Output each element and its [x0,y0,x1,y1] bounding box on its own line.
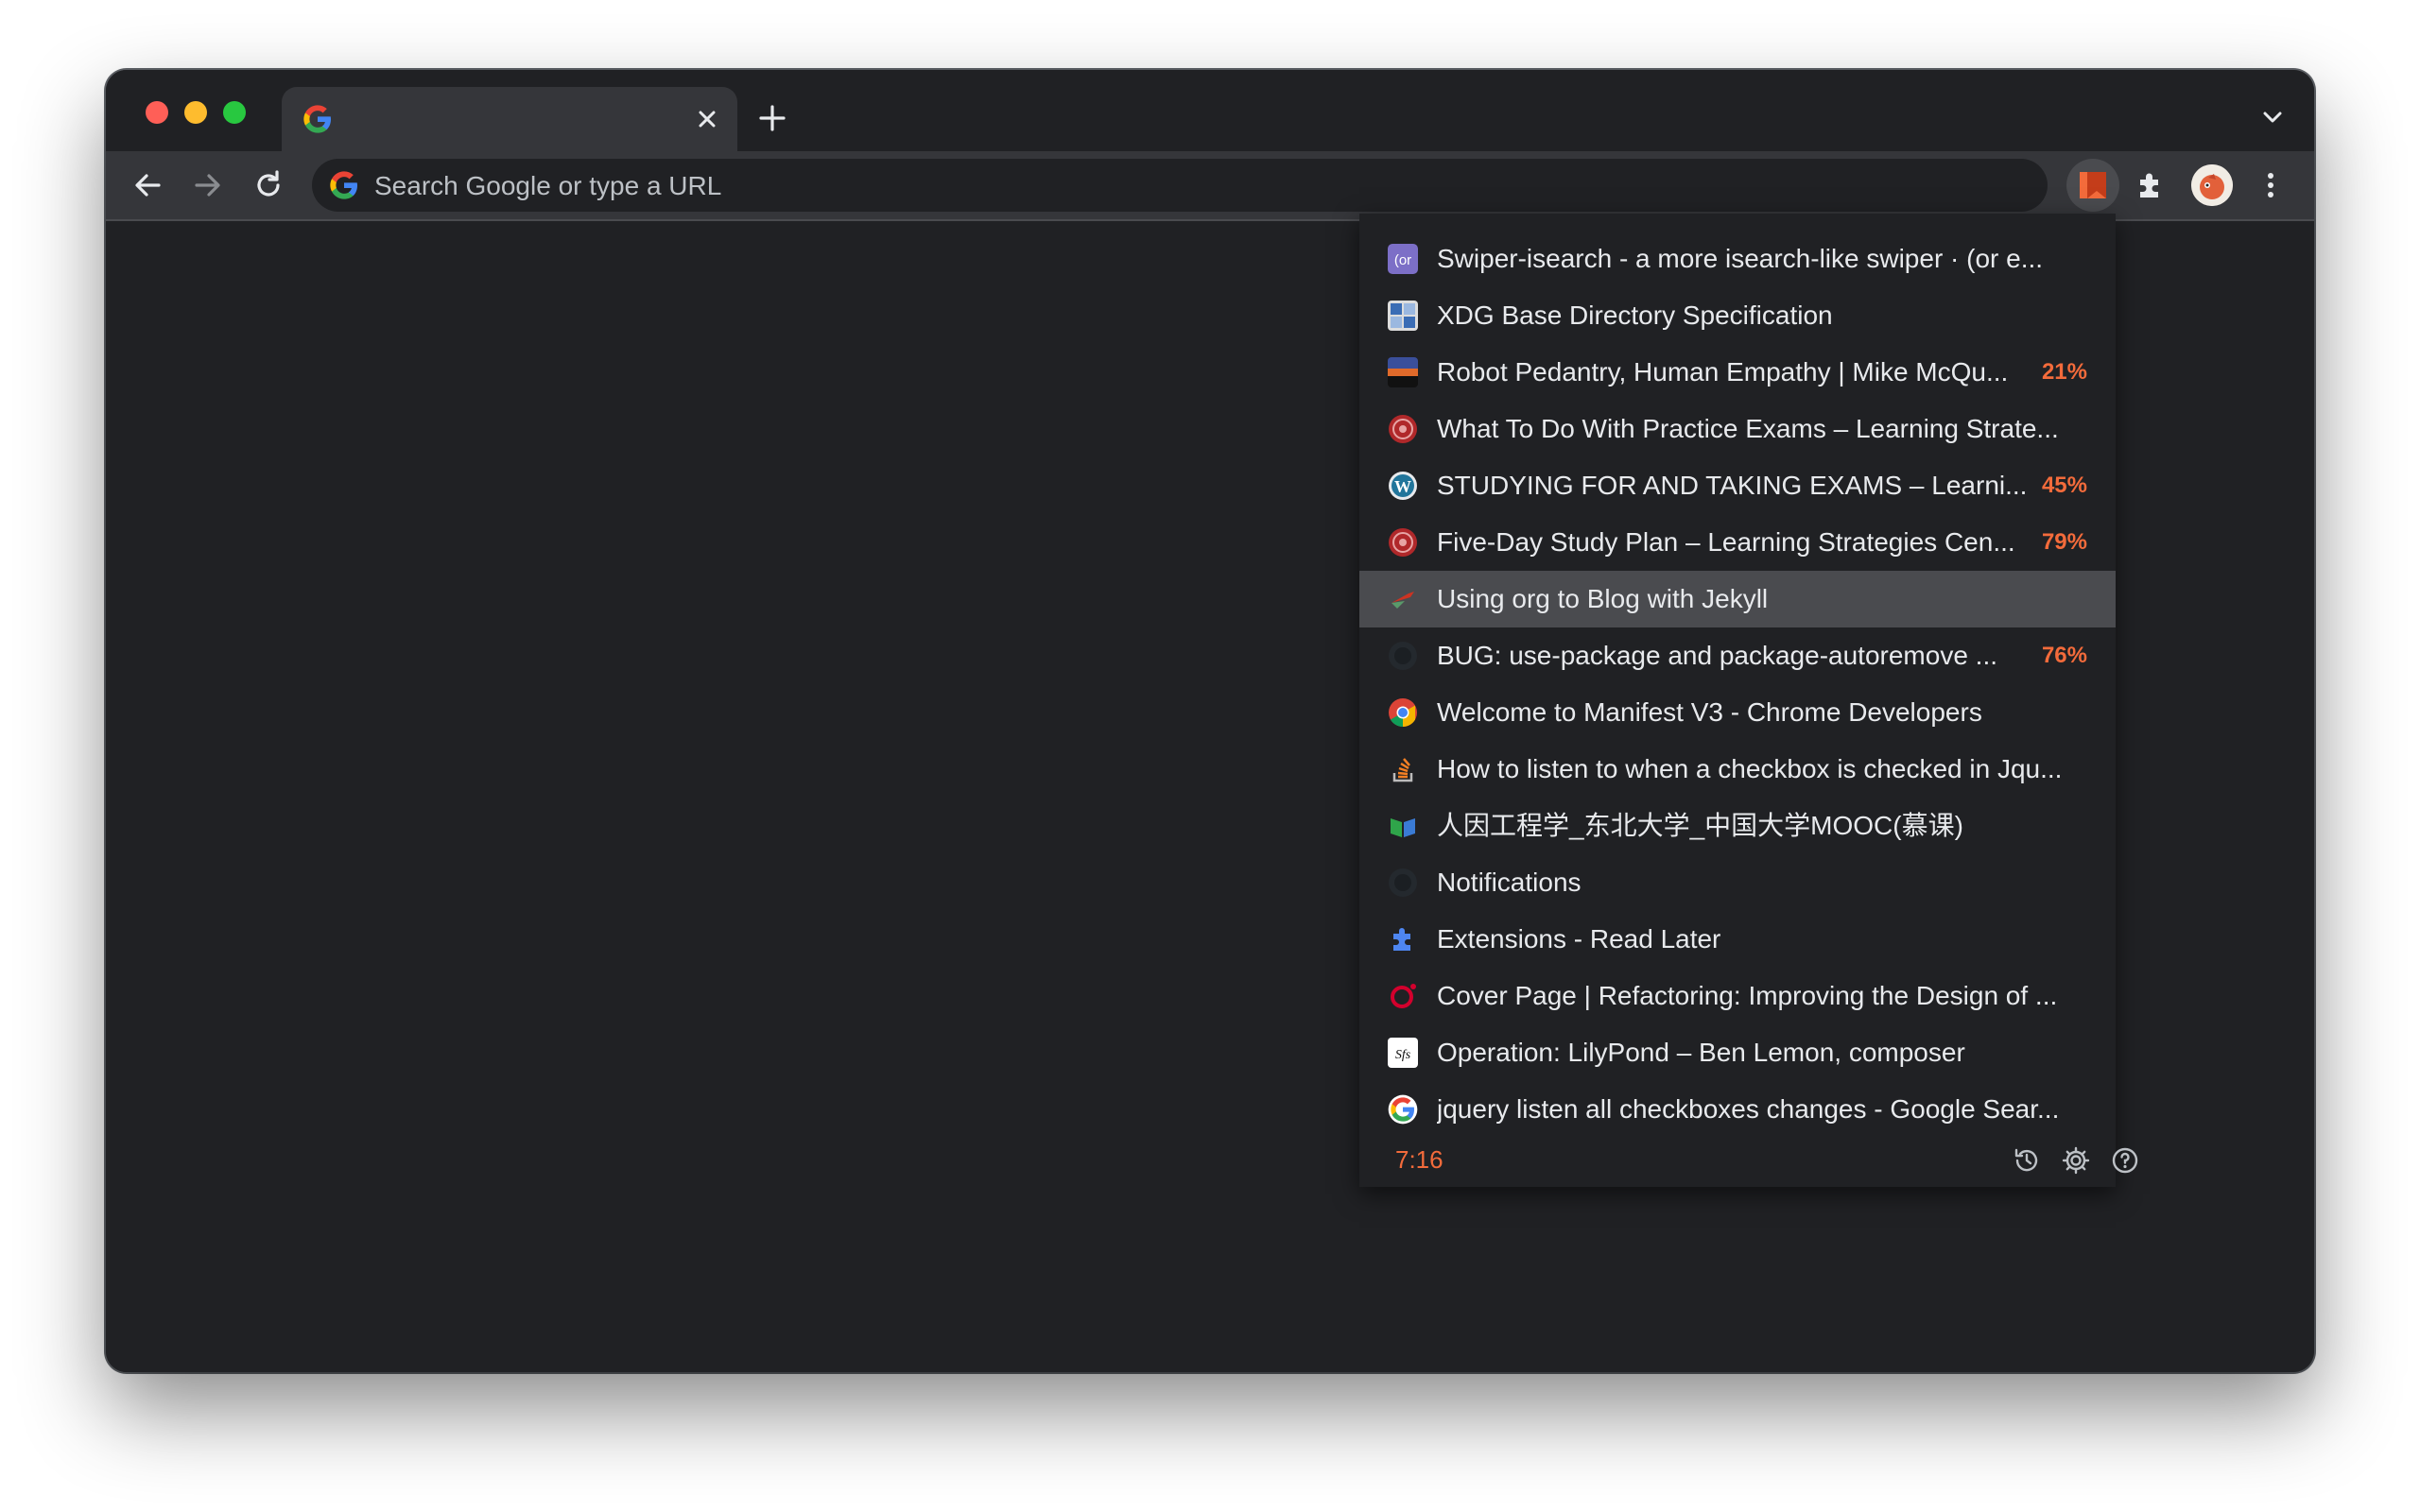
reading-list-item[interactable]: What To Do With Practice Exams – Learnin… [1359,401,2116,457]
reading-list-item[interactable]: (or Swiper-isearch - a more isearch-like … [1359,231,2116,287]
google-g-icon [303,105,331,133]
reading-list-item[interactable]: Notifications [1359,854,2116,911]
reading-list-item-title: Swiper-isearch - a more isearch-like swi… [1437,244,2044,273]
reading-list-item[interactable]: Welcome to Manifest V3 - Chrome Develope… [1359,684,2116,741]
reading-list-item-title: STUDYING FOR AND TAKING EXAMS – Learni..… [1437,471,2028,500]
help-icon[interactable] [2110,1145,2140,1176]
read-later-popup: (or Swiper-isearch - a more isearch-like … [1359,214,2138,1187]
reading-list-item[interactable]: W STUDYING FOR AND TAKING EXAMS – Learni.… [1359,457,2116,514]
forward-arrow-icon[interactable] [191,168,225,202]
mooc-icon [1388,811,1418,841]
more-menu-icon[interactable] [2254,168,2288,202]
google-g-icon [330,171,357,199]
reading-list-item-title: Five-Day Study Plan – Learning Strategie… [1437,527,2015,557]
puzzle-icon[interactable] [2133,168,2167,202]
reading-list-item-title: jquery listen all checkboxes changes - G… [1437,1094,2060,1124]
chevron-down-icon[interactable] [2259,104,2286,130]
avatar[interactable] [2191,164,2233,206]
reading-list-item-title: 人因工程学_东北大学_中国大学MOOC(慕课) [1437,811,1963,840]
oreilly-icon [1388,981,1418,1011]
zoom-window-button[interactable] [223,101,246,124]
reload-icon[interactable] [251,168,285,202]
sunset-icon [1388,357,1418,387]
reading-list-item[interactable]: Sfs Operation: LilyPond – Ben Lemon, comp… [1359,1024,2116,1081]
google-g-icon [1388,1094,1418,1125]
github-icon [1388,641,1418,671]
reading-list-item[interactable]: BUG: use-package and package-autoremove … [1359,627,2116,684]
reading-list-item[interactable]: Cover Page | Refactoring: Improving the … [1359,968,2116,1024]
github-icon [1388,868,1418,898]
popup-footer: 7:16 [1359,1140,2138,1187]
university-seal-icon [1388,527,1418,558]
read-progress-percent: 21% [2041,359,2087,385]
reading-list-item[interactable]: Robot Pedantry, Human Empathy | Mike McQ… [1359,344,2116,401]
svg-text:Sfs: Sfs [1395,1048,1411,1062]
new-tab-icon[interactable] [756,102,788,134]
svg-text:W: W [1394,477,1411,496]
jekyll-icon [1388,584,1418,614]
history-icon[interactable] [2012,1145,2042,1176]
read-progress-percent: 79% [2041,529,2087,555]
reading-list-item-title: How to listen to when a checkbox is chec… [1437,754,2063,783]
sfs-icon: Sfs [1388,1038,1418,1068]
reading-list-item[interactable]: Using org to Blog with Jekyll [1359,571,2116,627]
chrome-icon [1388,697,1418,728]
reading-list-item-title: Robot Pedantry, Human Empathy | Mike McQ… [1437,357,2009,387]
freedesktop-icon [1388,301,1418,331]
reading-list-item[interactable]: How to listen to when a checkbox is chec… [1359,741,2116,798]
org-icon: (or [1388,244,1418,274]
reading-list-item[interactable]: Extensions - Read Later [1359,911,2116,968]
profile-avatar-icon [2191,164,2233,206]
stackoverflow-icon [1388,754,1418,784]
gear-icon[interactable] [2061,1145,2091,1176]
reading-list-item-title: BUG: use-package and package-autoremove … [1437,641,1998,670]
back-arrow-icon[interactable] [130,168,164,202]
reading-list-item-title: Cover Page | Refactoring: Improving the … [1437,981,2058,1010]
read-later-extension-button[interactable] [2066,159,2119,212]
toolbar: Search Google or type a URL [106,151,2314,221]
close-window-button[interactable] [146,101,168,124]
reading-list-item-title: Using org to Blog with Jekyll [1437,584,1769,613]
svg-text:(or: (or [1394,252,1411,268]
bookmark-flag-icon [2080,172,2106,198]
tab-strip [106,70,2314,151]
reading-list-item[interactable]: XDG Base Directory Specification [1359,287,2116,344]
read-progress-percent: 76% [2041,643,2087,668]
reading-list: (or Swiper-isearch - a more isearch-like … [1359,231,2116,1138]
tab-new-tab[interactable] [282,87,737,151]
reading-list-item-title: Welcome to Manifest V3 - Chrome Develope… [1437,697,1982,727]
reading-list-item[interactable]: Five-Day Study Plan – Learning Strategie… [1359,514,2116,571]
close-tab-icon[interactable] [692,104,722,134]
university-seal-icon [1388,414,1418,444]
puzzle-icon [1388,924,1418,954]
minimize-window-button[interactable] [184,101,207,124]
time-estimate: 7:16 [1395,1145,1443,1174]
reading-list-item-title: Operation: LilyPond – Ben Lemon, compose… [1437,1038,1965,1067]
omnibox-placeholder: Search Google or type a URL [374,171,722,200]
wordpress-icon: W [1388,471,1418,501]
reading-list-item-title: What To Do With Practice Exams – Learnin… [1437,414,2059,443]
omnibox[interactable]: Search Google or type a URL [312,159,2048,212]
reading-list-item-title: XDG Base Directory Specification [1437,301,1833,330]
reading-list-item[interactable]: jquery listen all checkboxes changes - G… [1359,1081,2116,1138]
read-progress-percent: 45% [2041,472,2087,498]
browser-window: Search Google or type a URL (or Swiper-i… [106,70,2314,1372]
reading-list-item-title: Notifications [1437,868,1582,897]
reading-list-item-title: Extensions - Read Later [1437,924,1721,954]
reading-list-item[interactable]: 人因工程学_东北大学_中国大学MOOC(慕课) [1359,798,2116,854]
